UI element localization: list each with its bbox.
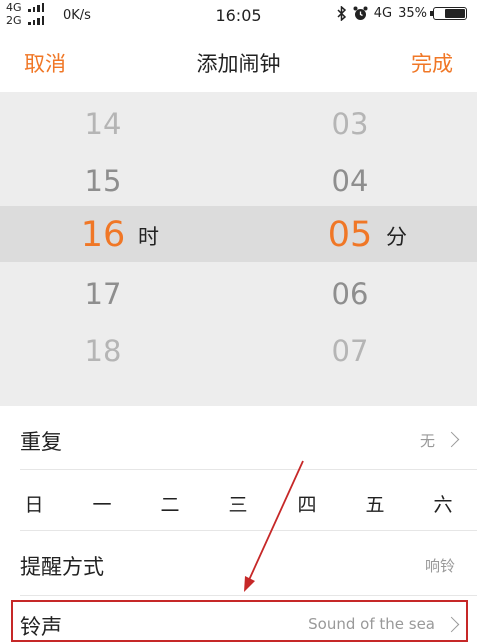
annotation-arrow-icon (244, 460, 304, 592)
